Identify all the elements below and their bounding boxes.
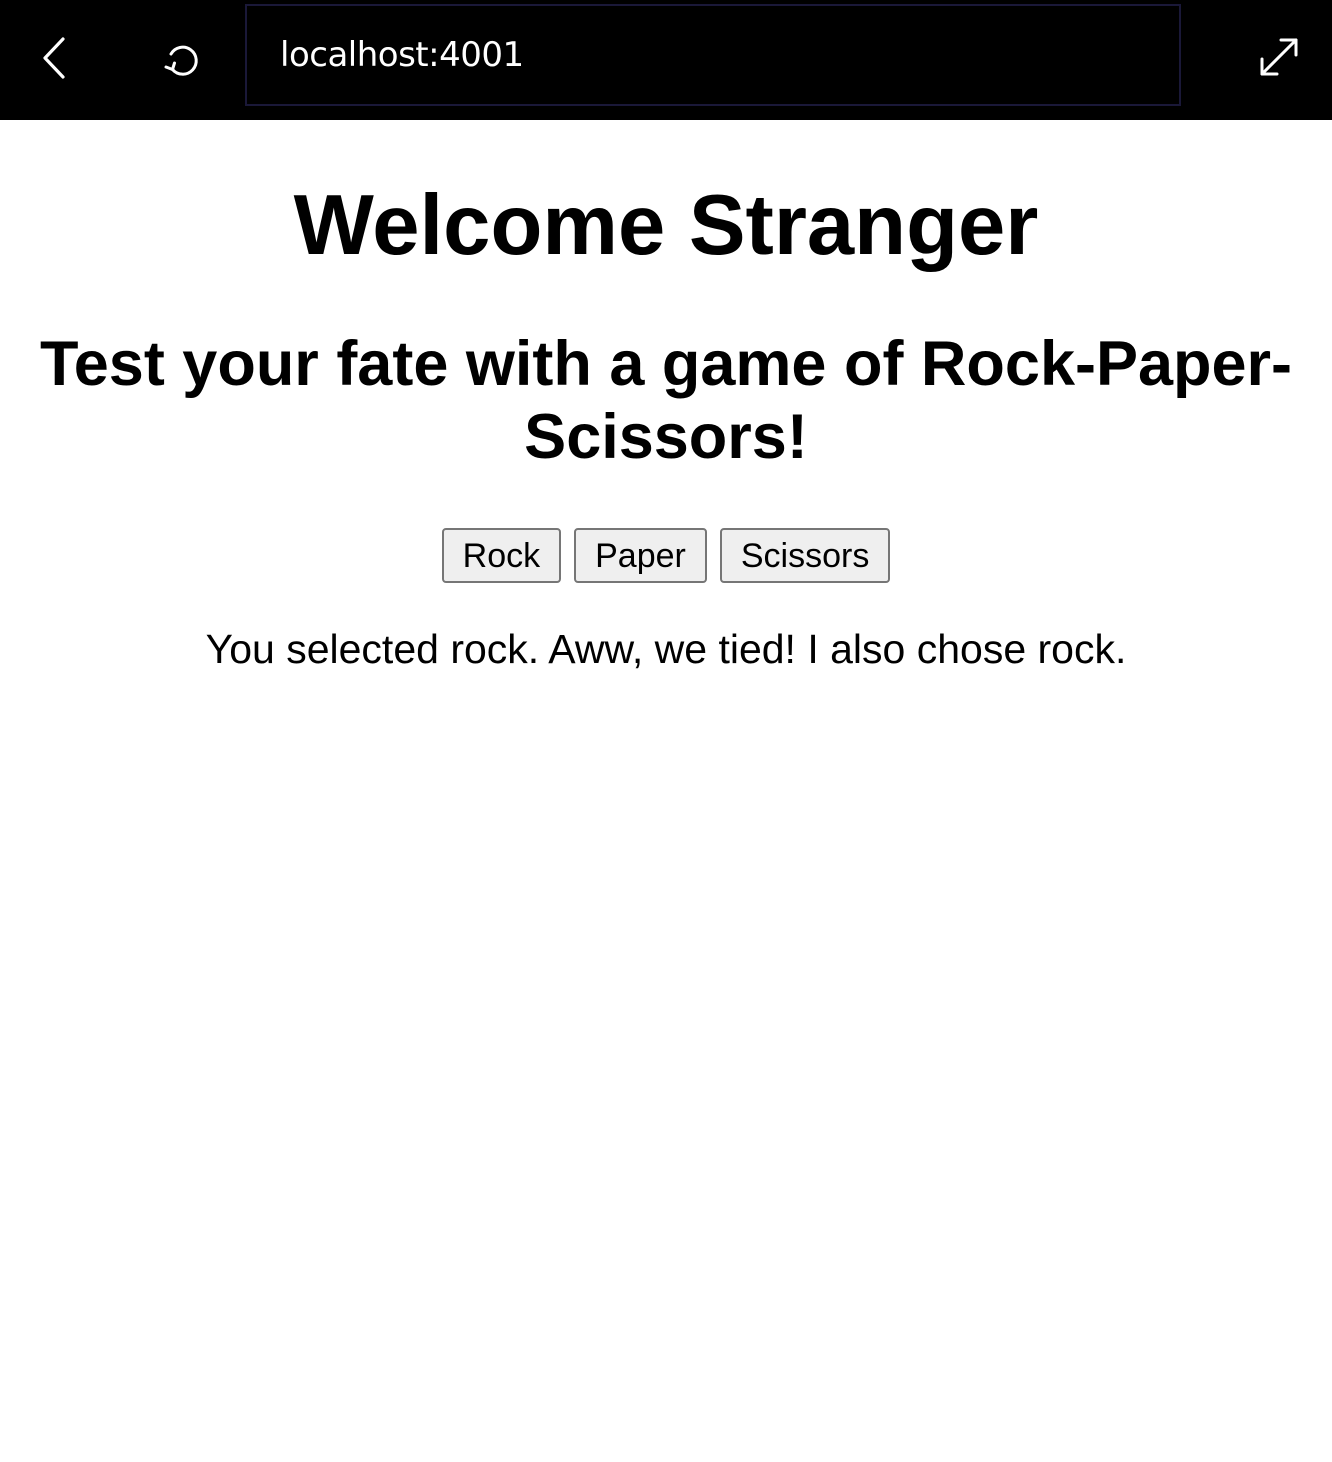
page-title: Welcome Stranger <box>293 178 1039 273</box>
result-message: You selected rock. Aww, we tied! I also … <box>205 626 1127 672</box>
page-subtitle: Test your fate with a game of Rock-Paper… <box>39 329 1293 472</box>
page-content: Welcome Stranger Test your fate with a g… <box>0 120 1332 1462</box>
scissors-button[interactable]: Scissors <box>719 528 891 583</box>
choice-buttons: Rock Paper Scissors <box>0 528 1332 583</box>
paper-button[interactable]: Paper <box>574 528 707 583</box>
back-button[interactable] <box>24 28 84 88</box>
chevron-left-icon <box>43 37 65 79</box>
expand-icon <box>1260 38 1298 76</box>
browser-toolbar: localhost:4001 <box>0 0 1332 120</box>
address-bar[interactable]: localhost:4001 <box>245 4 1181 106</box>
rock-button[interactable]: Rock <box>441 528 562 583</box>
expand-button[interactable] <box>1248 26 1310 88</box>
url-text: localhost:4001 <box>280 35 524 75</box>
reload-icon <box>164 45 198 76</box>
reload-button[interactable] <box>152 28 212 88</box>
